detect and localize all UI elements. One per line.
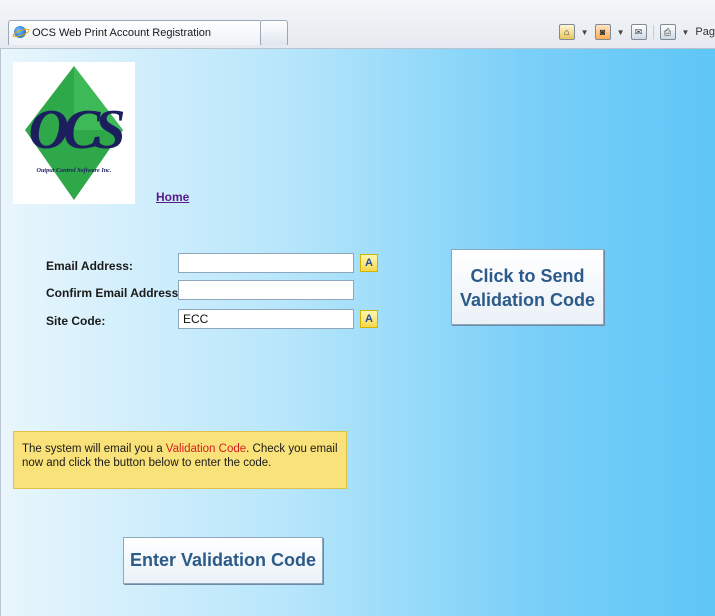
separator xyxy=(652,25,654,39)
confirm-email-label: Confirm Email Address: xyxy=(46,286,183,300)
browser-chrome: OCS Web Print Account Registration ⌂ ▼ ◙… xyxy=(0,0,715,49)
email-help-icon[interactable]: A xyxy=(360,254,378,272)
send-button-line2: Validation Code xyxy=(459,290,596,310)
confirm-email-field[interactable] xyxy=(178,280,354,300)
logo-letters: OCS xyxy=(29,99,124,161)
read-mail-icon[interactable]: ✉ xyxy=(630,24,647,40)
site-code-help-icon[interactable]: A xyxy=(360,310,378,328)
new-tab-button[interactable] xyxy=(260,20,288,45)
ie-icon xyxy=(14,26,26,38)
logo-company: Output Control Software Inc. xyxy=(37,167,112,174)
validation-notice: The system will email you a Validation C… xyxy=(13,431,347,489)
home-link[interactable]: Home xyxy=(156,190,189,204)
notice-highlight: Validation Code xyxy=(165,443,247,455)
feeds-icon[interactable]: ◙ xyxy=(594,24,611,40)
ocs-logo: OCS Output Control Software Inc. xyxy=(13,62,135,204)
email-field[interactable] xyxy=(178,253,354,273)
print-icon[interactable]: ⎙ xyxy=(659,24,676,40)
enter-validation-code-button[interactable]: Enter Validation Code xyxy=(123,537,323,584)
email-label: Email Address: xyxy=(46,259,133,273)
print-dropdown-icon[interactable]: ▼ xyxy=(682,28,690,37)
page-content: OCS Output Control Software Inc. Home Em… xyxy=(0,49,715,616)
site-code-label: Site Code: xyxy=(46,314,106,328)
send-button-line1: Click to Send xyxy=(470,266,585,286)
home-icon[interactable]: ⌂ xyxy=(558,24,575,40)
browser-tab[interactable]: OCS Web Print Account Registration xyxy=(8,20,262,45)
send-validation-code-button[interactable]: Click to Send Validation Code xyxy=(451,249,604,325)
notice-prefix: The system will email you a xyxy=(22,443,166,455)
page-menu[interactable]: Pag xyxy=(695,26,715,38)
home-dropdown-icon[interactable]: ▼ xyxy=(581,28,589,37)
command-bar: ⌂ ▼ ◙ ▼ ✉ ⎙ ▼ Pag xyxy=(558,20,715,44)
tab-title: OCS Web Print Account Registration xyxy=(32,27,211,39)
feeds-dropdown-icon[interactable]: ▼ xyxy=(617,28,625,37)
site-code-field[interactable] xyxy=(178,309,354,329)
